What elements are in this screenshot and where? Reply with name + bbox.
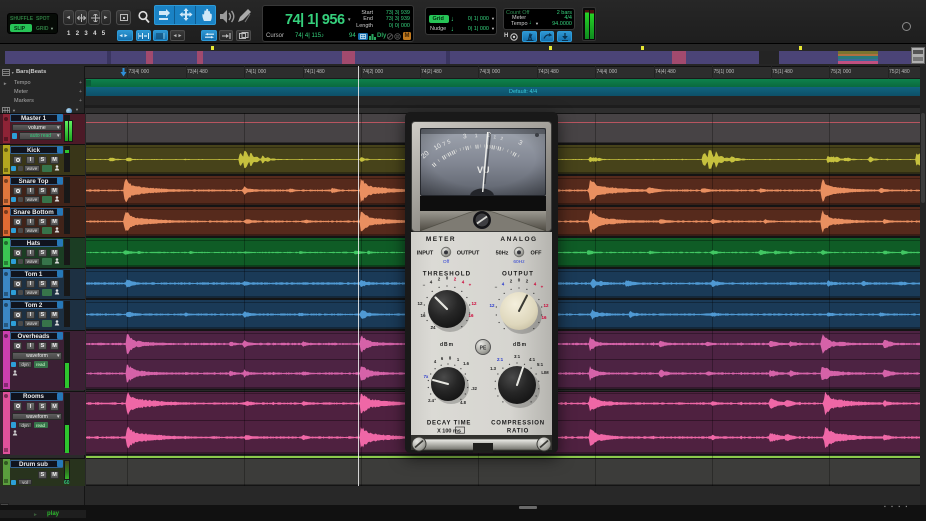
svg-text:Off: Off xyxy=(443,259,450,265)
svg-text:OUTPUT: OUTPUT xyxy=(502,271,534,278)
svg-text:4: 4 xyxy=(534,282,537,287)
svg-text:5:1: 5:1 xyxy=(537,362,544,367)
svg-text:1.3: 1.3 xyxy=(490,366,496,371)
svg-text:16: 16 xyxy=(541,315,547,320)
svg-text:−: − xyxy=(423,283,426,288)
svg-text:16: 16 xyxy=(420,313,426,318)
svg-text:OFF: OFF xyxy=(531,251,543,257)
svg-text:dBm: dBm xyxy=(440,342,454,348)
svg-text:2: 2 xyxy=(510,279,513,284)
svg-text:4: 4 xyxy=(430,280,433,285)
svg-text:6: 6 xyxy=(441,356,444,361)
svg-text:12: 12 xyxy=(489,303,495,308)
svg-text:ANALOG: ANALOG xyxy=(500,236,537,243)
svg-text:60Hz: 60Hz xyxy=(513,259,525,265)
svg-text:LIM: LIM xyxy=(541,370,549,375)
svg-text:1.6: 1.6 xyxy=(463,361,469,366)
svg-text:1: 1 xyxy=(457,357,460,362)
svg-text:METER: METER xyxy=(426,236,456,243)
svg-text:4:1: 4:1 xyxy=(529,357,536,362)
svg-text:4: 4 xyxy=(502,282,505,287)
svg-text:OUTPUT: OUTPUT xyxy=(457,251,480,257)
svg-text:PE: PE xyxy=(480,346,487,352)
svg-text:COMPRESSION: COMPRESSION xyxy=(491,421,545,427)
svg-text:2:1: 2:1 xyxy=(497,357,504,362)
svg-text:.32: .32 xyxy=(471,386,477,391)
svg-text:12: 12 xyxy=(543,303,549,308)
svg-text:DECAY TIME: DECAY TIME xyxy=(427,421,471,427)
svg-text:2.4: 2.4 xyxy=(428,398,434,403)
svg-text:12: 12 xyxy=(471,301,477,306)
svg-text:2: 2 xyxy=(526,279,529,284)
svg-text:24: 24 xyxy=(430,325,436,330)
svg-text:dBm: dBm xyxy=(513,342,527,348)
svg-text:0: 0 xyxy=(518,278,521,283)
svg-text:4: 4 xyxy=(462,280,465,285)
svg-text:12: 12 xyxy=(417,301,423,306)
svg-text:+: + xyxy=(469,283,472,288)
svg-text:4: 4 xyxy=(434,359,437,364)
svg-text:8: 8 xyxy=(449,356,452,361)
svg-text:X 100 ms: X 100 ms xyxy=(437,429,461,435)
svg-text:−: − xyxy=(495,285,498,290)
svg-text:INPUT: INPUT xyxy=(417,251,434,257)
svg-text:50Hz: 50Hz xyxy=(496,251,509,257)
svg-text:7x: 7x xyxy=(424,374,429,379)
svg-text:+: + xyxy=(541,285,544,290)
svg-text:RATIO: RATIO xyxy=(507,429,529,435)
svg-text:3:1: 3:1 xyxy=(514,354,521,359)
